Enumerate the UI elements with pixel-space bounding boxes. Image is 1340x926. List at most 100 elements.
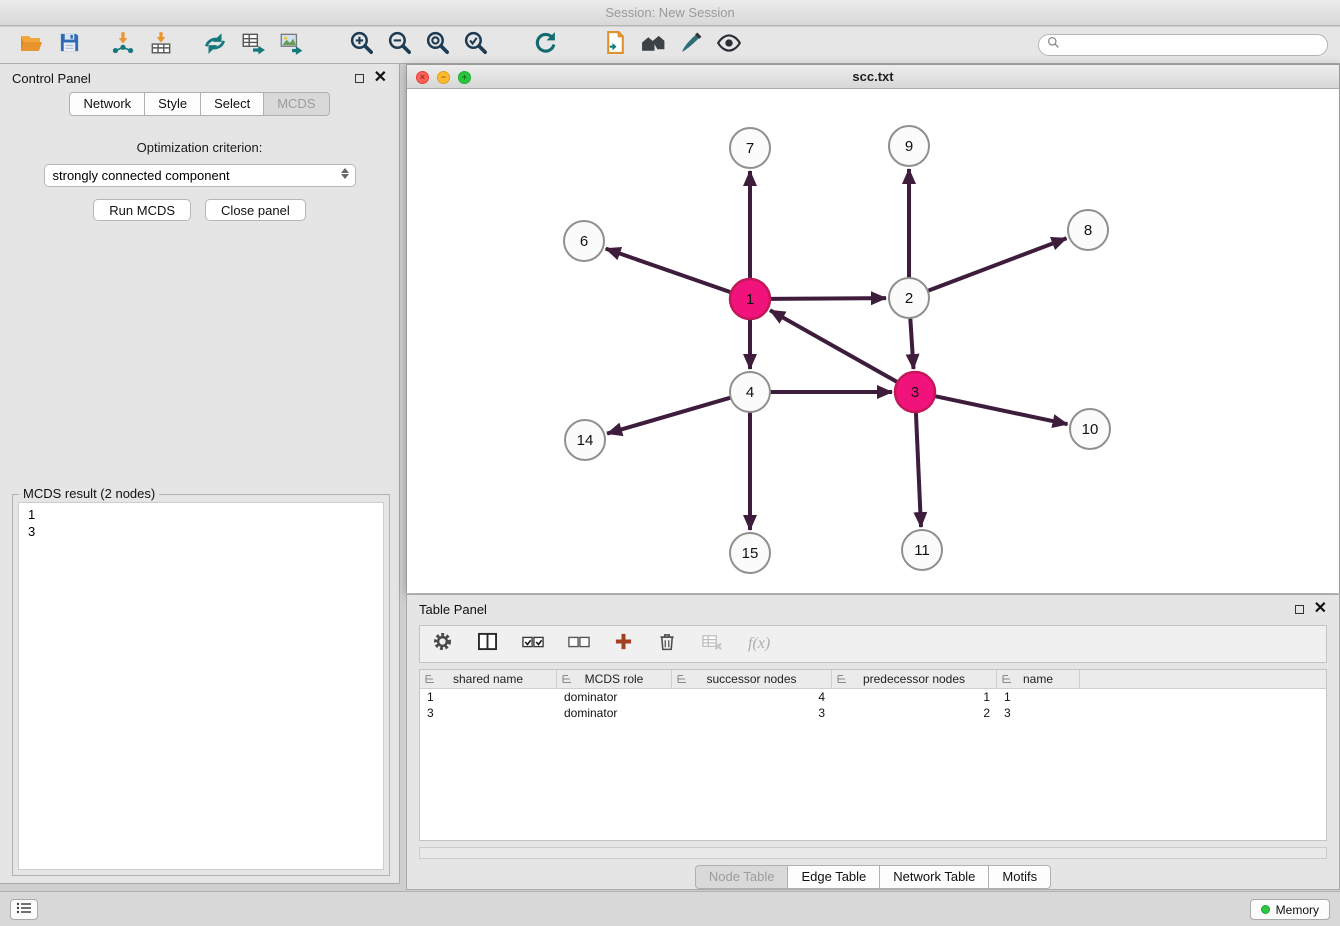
column-header-mcds-role[interactable]: MCDS role [557,670,672,688]
status-bar: Memory [0,891,1340,926]
open-file-button[interactable] [12,29,50,61]
column-header-successor-nodes[interactable]: successor nodes [672,670,832,688]
table-panel: Table Panel ✕ f(x) shared nameMCDS roles… [406,594,1340,890]
table-row[interactable]: 3dominator323 [420,705,1326,721]
column-header-predecessor-nodes[interactable]: predecessor nodes [832,670,997,688]
tab-motifs[interactable]: Motifs [988,865,1051,889]
zoom-out-button[interactable] [380,29,418,61]
export-table-button[interactable] [234,29,272,61]
zoom-selected-button[interactable] [456,29,494,61]
delete-table-button[interactable] [701,632,724,656]
run-mcds-button[interactable]: Run MCDS [93,199,191,221]
node-9[interactable]: 9 [889,126,929,166]
node-1[interactable]: 1 [730,279,770,319]
sort-icon [561,673,573,685]
network-window-titlebar[interactable]: × − + scc.txt [407,65,1339,89]
node-4[interactable]: 4 [730,372,770,412]
zoom-out-icon [387,30,412,60]
node-2[interactable]: 2 [889,278,929,318]
table-toolbar: f(x) [419,625,1327,663]
edge-3-1[interactable] [770,310,898,382]
delete-column-button[interactable] [657,631,677,657]
control-panel: Control Panel ✕ NetworkStyleSelectMCDS O… [0,64,400,884]
zoom-in-icon [349,30,374,60]
show-graphics-details-button[interactable] [710,29,748,61]
tab-node-table[interactable]: Node Table [695,865,789,889]
save-session-button[interactable] [50,29,88,61]
table-settings-button[interactable] [432,631,453,657]
import-network-button[interactable] [104,29,142,61]
mcds-result-list[interactable]: 13 [18,502,384,870]
home-view-button[interactable] [634,29,672,61]
network-canvas[interactable]: 7 9 6 8 1 2 4 3 14 10 15 11 [407,90,1339,593]
node-8[interactable]: 8 [1068,210,1108,250]
node-table: shared nameMCDS rolesuccessor nodes prede… [419,669,1327,841]
close-panel-button[interactable]: Close panel [205,199,306,221]
clipboard-network-icon [603,30,628,60]
zoom-fit-button[interactable] [418,29,456,61]
floppy-disk-icon [58,31,81,59]
network-from-selection-button[interactable] [196,29,234,61]
close-panel-icon[interactable]: ✕ [374,70,387,86]
node-15[interactable]: 15 [730,533,770,573]
deselect-all-columns-button[interactable] [568,634,590,655]
tab-edge-table[interactable]: Edge Table [787,865,880,889]
tab-network[interactable]: Network [69,92,145,116]
column-header-label: predecessor nodes [863,672,965,686]
node-3[interactable]: 3 [895,372,935,412]
network-view[interactable]: 7 9 6 8 1 2 4 3 14 10 15 11 [407,90,1339,593]
edge-1-2[interactable] [770,298,886,299]
edge-2-8[interactable] [928,238,1067,291]
memory-button[interactable]: Memory [1250,899,1330,920]
edge-1-6[interactable] [606,249,731,293]
zoom-in-button[interactable] [342,29,380,61]
table-cell: 3 [420,705,557,721]
search-input[interactable] [1065,38,1319,52]
search-box[interactable] [1038,34,1328,56]
edge-4-14[interactable] [607,398,731,434]
float-table-panel-icon[interactable] [1295,605,1304,614]
table-panel-tabs: Node TableEdge TableNetwork TableMotifs [407,865,1339,889]
export-image-icon [278,30,304,61]
show-columns-button[interactable] [477,632,498,656]
import-table-button[interactable] [142,29,180,61]
tab-select[interactable]: Select [200,92,264,116]
network-window: × − + scc.txt 7 9 6 8 1 2 4 3 14 10 15 11 [406,64,1340,593]
sort-icon [424,673,436,685]
column-header-shared-name[interactable]: shared name [420,670,557,688]
node-7[interactable]: 7 [730,128,770,168]
optimization-criterion-select[interactable]: strongly connected component [44,164,356,187]
table-row[interactable]: 1dominator411 [420,689,1326,705]
node-11[interactable]: 11 [902,530,942,570]
edge-2-3[interactable] [910,318,913,369]
table-scrollbar[interactable] [419,847,1327,859]
column-header-name[interactable]: name [997,670,1080,688]
close-table-panel-icon[interactable]: ✕ [1314,601,1327,617]
refresh-view-button[interactable] [526,29,564,61]
node-14[interactable]: 14 [565,420,605,460]
apply-style-button[interactable] [672,29,710,61]
function-builder-button[interactable]: f(x) [748,635,770,653]
node-6[interactable]: 6 [564,221,604,261]
close-window-icon[interactable]: × [416,71,429,84]
tab-style[interactable]: Style [144,92,201,116]
show-panels-button[interactable] [10,899,38,920]
node-10[interactable]: 10 [1070,409,1110,449]
tab-mcds[interactable]: MCDS [263,92,329,116]
svg-text:6: 6 [580,233,588,250]
tab-network-table[interactable]: Network Table [879,865,989,889]
table-panel-header: Table Panel ✕ [407,595,1339,623]
copy-network-button[interactable] [596,29,634,61]
export-image-button[interactable] [272,29,310,61]
add-column-button[interactable] [614,632,633,656]
select-stepper-icon [341,168,349,179]
control-panel-tabs: NetworkStyleSelectMCDS [0,92,399,116]
plus-icon [614,638,633,655]
zoom-window-icon[interactable]: + [458,71,471,84]
svg-text:3: 3 [911,384,919,401]
minimize-window-icon[interactable]: − [437,71,450,84]
float-panel-icon[interactable] [355,74,364,83]
edge-3-10[interactable] [935,396,1068,424]
edge-3-11[interactable] [916,412,921,527]
select-all-columns-button[interactable] [522,634,544,655]
